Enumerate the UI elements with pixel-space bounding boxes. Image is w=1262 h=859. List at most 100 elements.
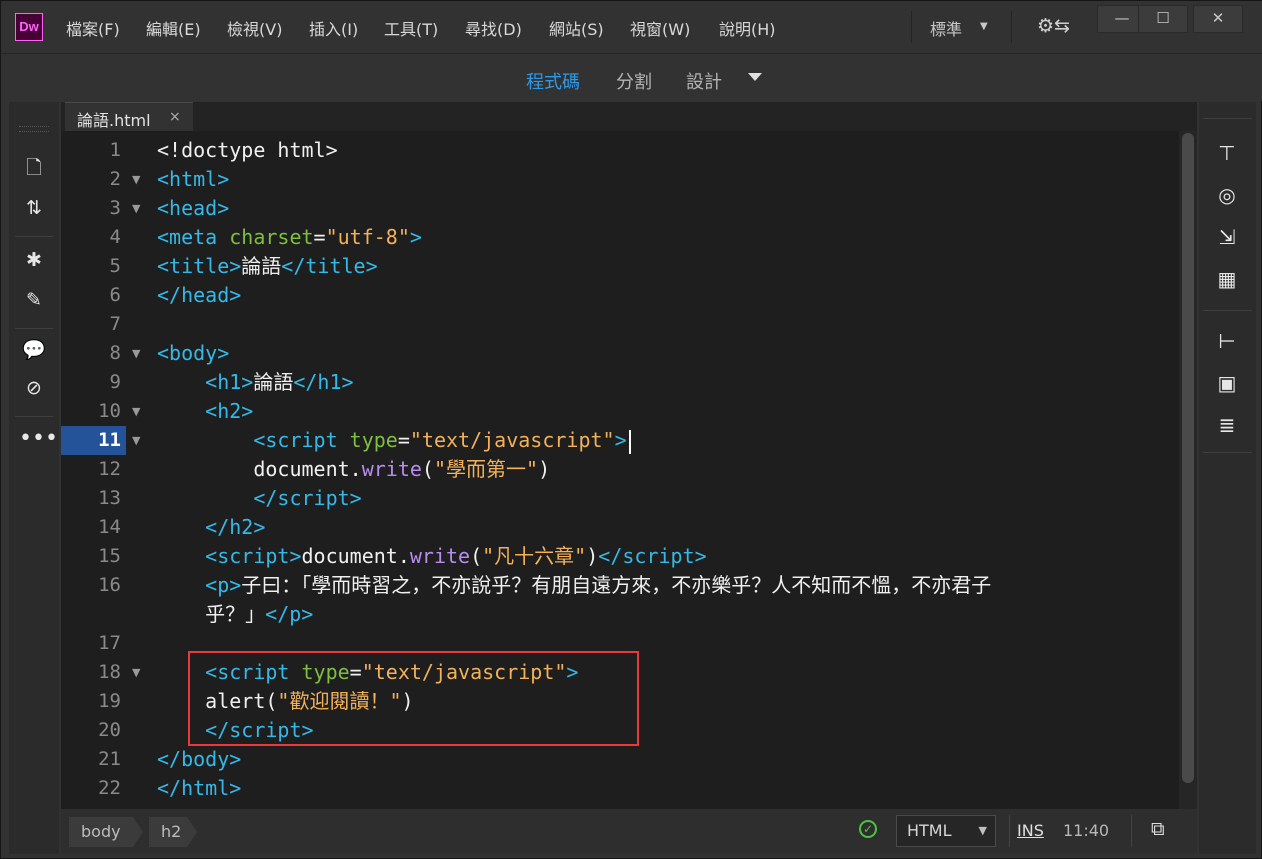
creative-cloud-icon[interactable]: ◎ bbox=[1210, 180, 1244, 210]
code-line[interactable]: 10 ▼ <h2> bbox=[61, 397, 1191, 426]
code-line[interactable]: 5 <title>論語</title> bbox=[61, 252, 1191, 281]
code-line[interactable]: 3 ▼ <head> bbox=[61, 194, 1191, 223]
assets-icon[interactable]: ▦ bbox=[1210, 264, 1244, 294]
code-line[interactable]: 14 </h2> bbox=[61, 513, 1191, 542]
menu-edit[interactable]: 編輯(E) bbox=[146, 16, 201, 40]
code-text[interactable]: <title>論語</title> bbox=[157, 252, 378, 281]
code-text[interactable]: <h1>論語</h1> bbox=[157, 368, 353, 397]
workspace-switcher[interactable]: 標準 bbox=[930, 16, 962, 40]
code-line[interactable]: 8 ▼ <body> bbox=[61, 339, 1191, 368]
split-view-button[interactable]: 分割 bbox=[616, 68, 652, 94]
code-line[interactable]: 22 </html> bbox=[61, 774, 1191, 803]
code-line[interactable]: 16 <p>子曰：「學而時習之，不亦說乎？有朋自遠方來，不亦樂乎？人不知而不慍，… bbox=[61, 571, 1191, 600]
tag-selector-body[interactable]: body bbox=[69, 817, 133, 847]
menu-find[interactable]: 尋找(D) bbox=[465, 16, 522, 40]
code-line-active[interactable]: 11 ▼ <script type="text/javascript"> bbox=[61, 426, 1191, 455]
code-line-wrap[interactable]: 乎？」</p> bbox=[61, 600, 1191, 629]
real-time-preview-icon[interactable]: ⧉ bbox=[1151, 818, 1165, 840]
view-dropdown-icon[interactable] bbox=[748, 73, 762, 81]
code-text[interactable]: 乎？」</p> bbox=[157, 600, 313, 629]
code-text[interactable]: <!doctype html> bbox=[157, 136, 338, 165]
code-text[interactable]: </h2> bbox=[157, 513, 265, 542]
code-text[interactable]: document.write("學而第一") bbox=[157, 455, 550, 484]
menu-divider bbox=[1011, 11, 1012, 43]
fold-arrow-icon[interactable]: ▼ bbox=[132, 658, 140, 687]
code-text[interactable]: <script>document.write("凡十六章")</script> bbox=[157, 542, 706, 571]
expand-collapse-icon[interactable]: ✱ bbox=[19, 246, 49, 274]
fold-arrow-icon[interactable]: ▼ bbox=[132, 397, 140, 426]
linting-ok-icon[interactable]: ✓ bbox=[859, 820, 877, 838]
text-caret bbox=[628, 429, 631, 454]
code-text[interactable]: <h2> bbox=[157, 397, 253, 426]
line-number: 17 bbox=[98, 632, 121, 654]
menu-help[interactable]: 說明(H) bbox=[719, 16, 776, 40]
code-line[interactable]: 13 </script> bbox=[61, 484, 1191, 513]
code-line[interactable]: 1 <!doctype html> bbox=[61, 136, 1191, 165]
code-text[interactable]: <p>子曰：「學而時習之，不亦說乎？有朋自遠方來，不亦樂乎？人不知而不慍，不亦君… bbox=[157, 571, 991, 600]
toolbar-grip[interactable] bbox=[19, 126, 49, 132]
dom-icon[interactable]: ⊢ bbox=[1210, 326, 1244, 356]
line-number: 11 bbox=[98, 429, 121, 451]
code-line[interactable]: 12 document.write("學而第一") bbox=[61, 455, 1191, 484]
sync-settings-icon[interactable]: ⚙⇆ bbox=[1037, 15, 1070, 37]
close-tab-icon[interactable]: × bbox=[169, 109, 181, 125]
close-button[interactable]: ✕ bbox=[1193, 5, 1243, 33]
design-view-button[interactable]: 設計 bbox=[686, 68, 722, 94]
vertical-scrollbar[interactable] bbox=[1179, 131, 1197, 809]
scrollbar-thumb[interactable] bbox=[1182, 133, 1194, 783]
code-line[interactable]: 4 <meta charset="utf-8"> bbox=[61, 223, 1191, 252]
code-line[interactable]: 15 <script>document.write("凡十六章")</scrip… bbox=[61, 542, 1191, 571]
insert-icon[interactable]: ⇲ bbox=[1210, 222, 1244, 252]
code-line[interactable]: 9 <h1>論語</h1> bbox=[61, 368, 1191, 397]
format-source-icon[interactable]: ✎ bbox=[19, 286, 49, 314]
menu-window[interactable]: 視窗(W) bbox=[630, 16, 690, 40]
fold-arrow-icon[interactable]: ▼ bbox=[132, 194, 140, 223]
document-type-select[interactable]: HTML ▼ bbox=[896, 815, 996, 847]
menu-site[interactable]: 網站(S) bbox=[549, 16, 604, 40]
more-icon[interactable]: ••• bbox=[19, 425, 58, 453]
code-editor[interactable]: 1 <!doctype html> 2 ▼ <html> 3 ▼ <head> … bbox=[61, 131, 1197, 809]
fold-arrow-icon[interactable]: ▼ bbox=[132, 165, 140, 194]
menu-file[interactable]: 檔案(F) bbox=[66, 16, 120, 40]
code-text[interactable]: </html> bbox=[157, 774, 241, 803]
code-text[interactable]: </script> bbox=[157, 484, 361, 513]
panel-divider bbox=[1203, 310, 1252, 311]
code-text[interactable]: <head> bbox=[157, 194, 229, 223]
maximize-button[interactable]: ☐ bbox=[1138, 5, 1188, 33]
line-number: 16 bbox=[98, 574, 121, 596]
code-line[interactable]: 6 </head> bbox=[61, 281, 1191, 310]
files-icon[interactable]: ⊤ bbox=[1210, 138, 1244, 168]
code-line[interactable]: 21 </body> bbox=[61, 745, 1191, 774]
code-view-button[interactable]: 程式碼 bbox=[526, 68, 580, 94]
code-line[interactable]: 7 bbox=[61, 310, 1191, 339]
fold-arrow-icon[interactable]: ▼ bbox=[132, 426, 140, 455]
line-number: 3 bbox=[109, 197, 121, 219]
remove-comment-icon[interactable]: ⊘ bbox=[19, 374, 49, 402]
line-number: 15 bbox=[98, 545, 121, 567]
comment-icon[interactable]: 💬 bbox=[19, 336, 49, 364]
code-line[interactable]: 2 ▼ <html> bbox=[61, 165, 1191, 194]
workspace-dropdown-icon[interactable]: ▼ bbox=[980, 21, 988, 32]
css-designer-icon[interactable]: ≣ bbox=[1210, 410, 1244, 440]
dreamweaver-window: Dw 檔案(F) 編輯(E) 檢視(V) 插入(I) 工具(T) 尋找(D) 網… bbox=[0, 0, 1262, 859]
tag-selector-h2[interactable]: h2 bbox=[149, 817, 187, 847]
code-text[interactable]: <script type="text/javascript"> bbox=[157, 426, 631, 455]
code-text[interactable]: </body> bbox=[157, 745, 241, 774]
code-text[interactable]: <meta charset="utf-8"> bbox=[157, 223, 422, 252]
snippets-icon[interactable]: ▣ bbox=[1210, 368, 1244, 398]
code-text[interactable]: <body> bbox=[157, 339, 229, 368]
line-number: 4 bbox=[109, 226, 121, 248]
file-transfer-icon[interactable]: ⇅ bbox=[19, 194, 49, 222]
breadcrumb-arrow bbox=[187, 817, 197, 847]
code-text[interactable]: </head> bbox=[157, 281, 241, 310]
code-text[interactable]: <html> bbox=[157, 165, 229, 194]
document-tab[interactable]: 論語.html × bbox=[65, 102, 193, 131]
cursor-position: 11:40 bbox=[1063, 821, 1110, 840]
insert-mode-toggle[interactable]: INS bbox=[1017, 821, 1044, 840]
menu-tools[interactable]: 工具(T) bbox=[384, 16, 438, 40]
menu-view[interactable]: 檢視(V) bbox=[227, 16, 282, 40]
new-file-icon[interactable]: 🗋 bbox=[19, 154, 49, 182]
menu-insert[interactable]: 插入(I) bbox=[309, 16, 358, 40]
document-tab-bar bbox=[61, 102, 1197, 131]
fold-arrow-icon[interactable]: ▼ bbox=[132, 339, 140, 368]
